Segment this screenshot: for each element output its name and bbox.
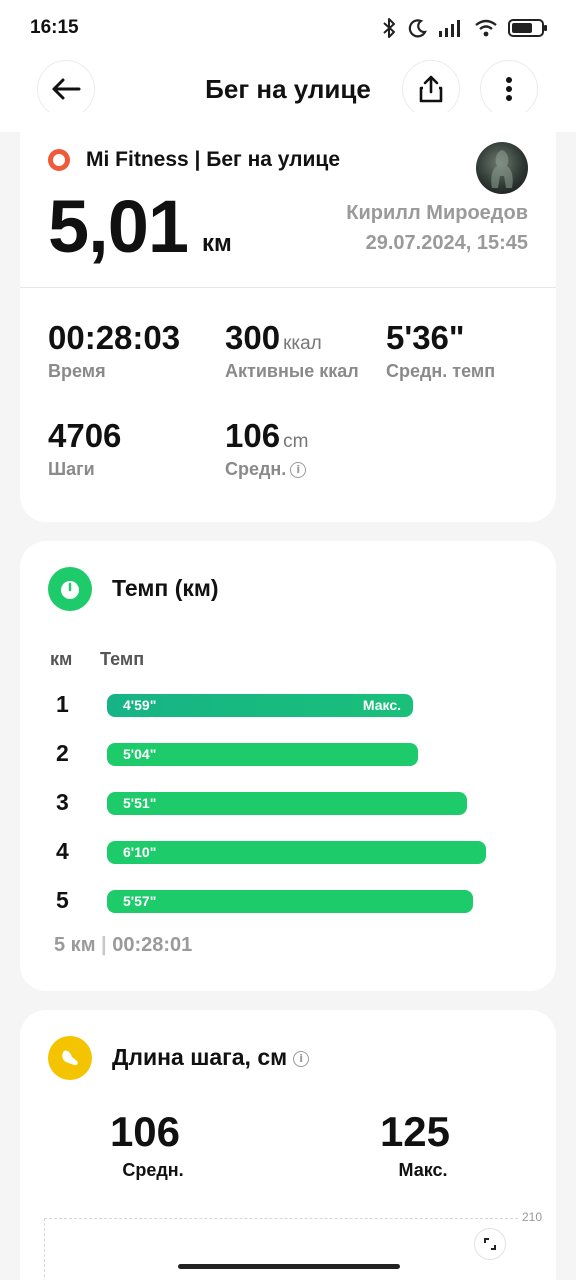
pace-total-km: 5 км xyxy=(54,934,96,956)
pace-row: 1 4'59" Макс. xyxy=(20,691,556,721)
pace-bar-label: 4'59" xyxy=(123,697,157,713)
pace-row-km: 1 xyxy=(56,691,69,717)
more-vert-icon xyxy=(506,77,512,101)
distance-unit: км xyxy=(202,230,232,257)
mi-fitness-ring-icon xyxy=(48,149,70,171)
signal-icon xyxy=(439,20,460,37)
pace-bar: 6'10" xyxy=(107,841,486,864)
user-name: Кирилл Мироедов xyxy=(346,202,528,224)
bluetooth-icon xyxy=(383,18,395,38)
stat-steps-label: Шаги xyxy=(48,459,95,479)
pace-col-pace: Темп xyxy=(100,649,145,669)
info-icon[interactable]: i xyxy=(290,462,307,479)
source-label: Mi Fitness | Бег на улице xyxy=(86,148,341,171)
pace-bar-label: 5'51" xyxy=(123,795,157,811)
more-button[interactable] xyxy=(480,60,538,118)
home-indicator xyxy=(178,1264,400,1269)
divider xyxy=(20,287,556,288)
pace-row-km: 4 xyxy=(56,838,69,864)
pace-row: 3 5'51" xyxy=(20,789,556,819)
pace-section-icon xyxy=(48,567,92,611)
stat-calories: 300 ккал Активные ккал xyxy=(225,319,359,382)
pace-total-time: 00:28:01 xyxy=(112,934,193,956)
stat-stride: 106 cm Средн. i xyxy=(225,417,308,480)
stride-chart-axis-max: 210 xyxy=(521,1210,542,1224)
stride-card: Длина шага, см i 106 Средн. 125 Макс. 210 xyxy=(20,1010,556,1280)
pace-bar: 5'51" xyxy=(107,792,467,815)
stride-max-label: Макс. xyxy=(398,1160,448,1180)
stat-calories-value: 300 xyxy=(225,319,281,356)
stat-avg-pace: 5'36" Средн. темп xyxy=(386,319,495,382)
stride-info-icon[interactable]: i xyxy=(293,1050,310,1067)
stride-avg-value: 106 xyxy=(109,1108,181,1155)
share-icon xyxy=(419,75,443,103)
stride-section-icon xyxy=(48,1036,92,1080)
pace-bar-label: 6'10" xyxy=(123,844,157,860)
status-time: 16:15 xyxy=(30,17,79,38)
pace-bar-label: 5'57" xyxy=(123,893,157,909)
distance-value: 5,01 xyxy=(48,185,189,268)
pace-bar-label: 5'04" xyxy=(123,746,157,762)
pace-max-label: Макс. xyxy=(362,697,401,713)
stat-time-label: Время xyxy=(48,361,106,381)
stat-calories-unit: ккал xyxy=(283,333,322,354)
workout-datetime: 29.07.2024, 15:45 xyxy=(365,232,528,254)
pace-bar: 4'59" Макс. xyxy=(107,694,413,717)
pace-row: 5 5'57" xyxy=(20,887,556,917)
pace-row-km: 5 xyxy=(56,887,69,913)
pace-total: 5 км | 00:28:01 xyxy=(54,934,193,956)
avatar[interactable] xyxy=(476,142,528,194)
pace-row-km: 2 xyxy=(56,740,69,766)
stat-stride-unit: cm xyxy=(283,431,309,452)
stride-chart-area xyxy=(44,1218,518,1280)
status-icons xyxy=(380,17,547,39)
pace-row-km: 3 xyxy=(56,789,69,815)
stride-avg-label: Средн. xyxy=(122,1160,184,1180)
stat-stride-label: Средн. xyxy=(225,459,287,479)
stat-time: 00:28:03 Время xyxy=(48,319,180,382)
stat-time-value: 00:28:03 xyxy=(48,319,181,356)
stopwatch-icon xyxy=(61,581,79,599)
moon-icon xyxy=(408,19,427,38)
stat-avg-pace-label: Средн. темп xyxy=(386,361,496,381)
battery-icon xyxy=(508,19,547,37)
summary-card: Mi Fitness | Бег на улице 5,01 км Кирилл… xyxy=(20,112,556,522)
stride-section-title: Длина шага, см i xyxy=(112,1044,310,1071)
pace-col-km: км xyxy=(50,649,73,669)
stat-steps-value: 4706 xyxy=(48,417,122,454)
pace-card: Темп (км) км Темп 1 4'59" Макс. 2 5'04" 3 5'51… xyxy=(20,541,556,991)
pace-row: 4 6'10" xyxy=(20,838,556,868)
footprint-icon xyxy=(62,1050,78,1066)
pace-bar: 5'04" xyxy=(107,743,418,766)
status-bar: 16:15 xyxy=(0,0,576,56)
stat-calories-label: Активные ккал xyxy=(225,361,359,381)
stride-max-value: 125 xyxy=(379,1108,451,1155)
stat-steps: 4706 Шаги xyxy=(48,417,121,480)
expand-icon xyxy=(484,1238,496,1250)
stride-title-text: Длина шага, см xyxy=(112,1044,288,1070)
expand-chart-button[interactable] xyxy=(474,1228,506,1260)
pace-bar: 5'57" xyxy=(107,890,473,913)
pace-section-title: Темп (км) xyxy=(112,575,219,601)
pace-row: 2 5'04" xyxy=(20,740,556,770)
share-button[interactable] xyxy=(402,60,460,118)
source-row: Mi Fitness | Бег на улице xyxy=(48,148,340,172)
wifi-icon xyxy=(475,19,497,37)
stat-avg-pace-value: 5'36" xyxy=(386,319,465,356)
stat-stride-value: 106 xyxy=(225,417,281,454)
